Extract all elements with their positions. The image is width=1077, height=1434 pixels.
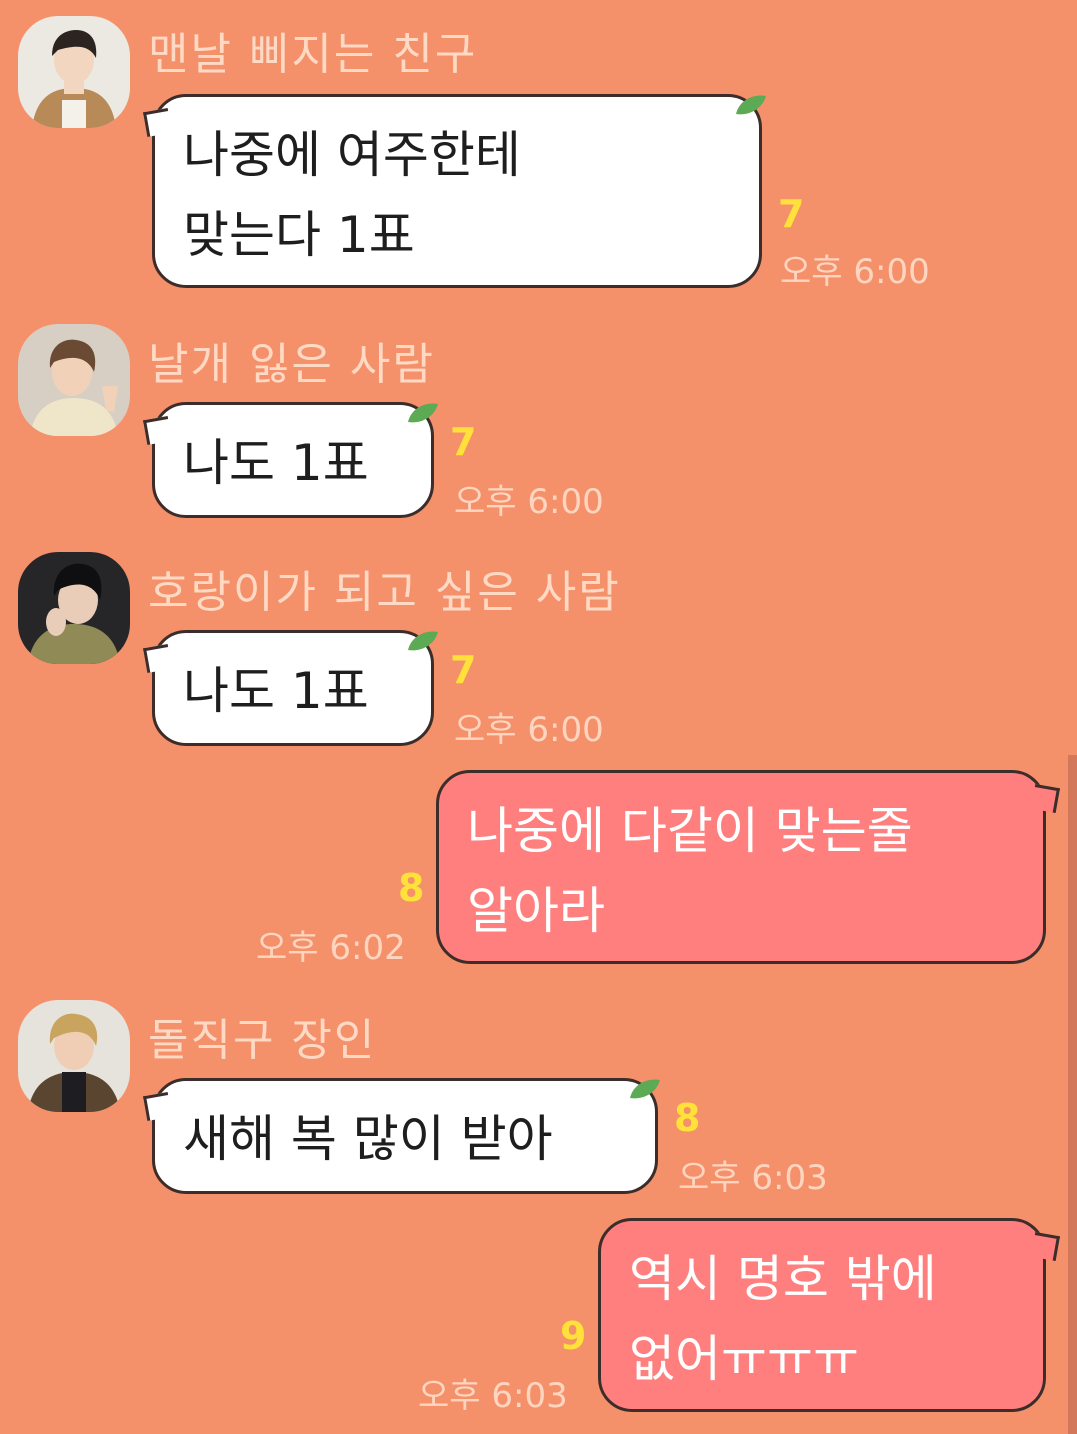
sender-name: 돌직구 장인: [148, 1015, 377, 1066]
message-text-line: 나도 1표: [183, 434, 369, 492]
sender-name: 맨날 삐지는 친구: [148, 29, 478, 80]
message-text-line: 나중에 다같이 맞는줄: [467, 802, 913, 860]
timestamp: 오후 6:00: [454, 710, 604, 750]
timestamp: 오후 6:00: [454, 482, 604, 522]
message-bubble[interactable]: 나도 1표: [152, 630, 434, 746]
unread-count: 8: [398, 866, 425, 910]
unread-count: 7: [778, 192, 805, 236]
chat-room: 맨날 삐지는 친구 나중에 여주한테 맞는다 1표 7 오후 6:00 날개 잃…: [0, 0, 1077, 1434]
profile-avatar[interactable]: [18, 324, 130, 436]
bubble-tail: [143, 644, 172, 673]
bubble-tail: [1031, 784, 1060, 813]
profile-avatar[interactable]: [18, 552, 130, 664]
message-bubble[interactable]: 나중에 여주한테 맞는다 1표: [152, 94, 762, 288]
bubble-tail: [143, 416, 172, 445]
person-photo-icon: [18, 16, 130, 128]
unread-count: 8: [674, 1096, 701, 1140]
leaf-icon: [408, 403, 438, 423]
leaf-icon: [408, 631, 438, 651]
unread-count: 9: [560, 1314, 587, 1358]
leaf-icon: [736, 95, 766, 115]
message-text-line: 알아라: [467, 882, 605, 940]
person-photo-icon: [18, 1000, 130, 1112]
message-text-line: 새해 복 많이 받아: [183, 1110, 553, 1168]
message-bubble[interactable]: 나도 1표: [152, 402, 434, 518]
timestamp: 오후 6:02: [256, 928, 406, 968]
message-text-line: 맞는다 1표: [183, 206, 415, 264]
bubble-tail: [1031, 1232, 1060, 1261]
my-message-bubble[interactable]: 나중에 다같이 맞는줄 알아라: [436, 770, 1046, 964]
unread-count: 7: [450, 648, 477, 692]
profile-avatar[interactable]: [18, 1000, 130, 1112]
sender-name: 호랑이가 되고 싶은 사람: [148, 567, 621, 618]
timestamp: 오후 6:03: [678, 1158, 828, 1198]
person-photo-icon: [18, 552, 130, 664]
timestamp: 오후 6:03: [418, 1376, 568, 1416]
unread-count: 7: [450, 420, 477, 464]
message-text-line: 역시 명호 밖에: [629, 1250, 937, 1308]
scrollbar[interactable]: [1068, 755, 1077, 1434]
sender-name: 날개 잃은 사람: [148, 339, 435, 390]
timestamp: 오후 6:00: [780, 252, 930, 292]
profile-avatar[interactable]: [18, 16, 130, 128]
bubble-tail: [143, 1092, 172, 1121]
message-text-line: 나도 1표: [183, 662, 369, 720]
message-text-line: 나중에 여주한테: [183, 126, 521, 184]
my-message-bubble[interactable]: 역시 명호 밖에 없어ㅠㅠㅠ: [598, 1218, 1046, 1412]
person-photo-icon: [18, 324, 130, 436]
message-text-line: 없어ㅠㅠㅠ: [629, 1330, 859, 1388]
bubble-tail: [143, 108, 172, 137]
message-bubble[interactable]: 새해 복 많이 받아: [152, 1078, 658, 1194]
leaf-icon: [630, 1079, 660, 1099]
